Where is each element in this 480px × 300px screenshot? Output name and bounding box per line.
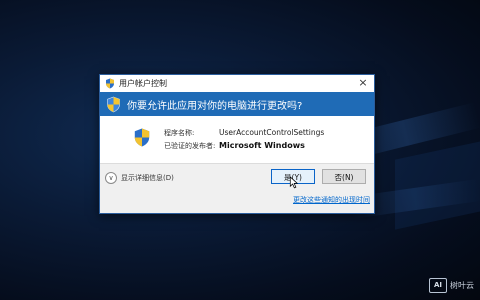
watermark-text: 树叶云 xyxy=(450,281,474,290)
show-details-toggle[interactable]: ∨ 显示详细信息(D) xyxy=(105,172,174,184)
desktop-background: 用户帐户控制 × 你要允许此应用对你的电脑进行更改吗? 程序名称: UserAcc… xyxy=(0,0,480,300)
publisher-value: Microsoft Windows xyxy=(219,141,305,150)
show-details-label: 显示详细信息(D) xyxy=(121,174,174,182)
program-info-panel: 程序名称: UserAccountControlSettings 已验证的发布者:… xyxy=(100,116,374,163)
dialog-footer: ∨ 显示详细信息(D) 是(Y) 否(N) 更改这些通知的出现时间 xyxy=(100,163,374,213)
no-button[interactable]: 否(N) xyxy=(322,169,366,184)
publisher-label: 已验证的发布者: xyxy=(164,142,216,150)
close-button[interactable]: × xyxy=(356,76,370,90)
title-bar: 用户帐户控制 × xyxy=(100,75,374,92)
watermark-badge: AI xyxy=(429,278,447,293)
question-banner: 你要允许此应用对你的电脑进行更改吗? xyxy=(100,92,374,116)
program-name-label: 程序名称: xyxy=(164,129,195,137)
uac-shield-icon xyxy=(106,78,114,89)
uac-shield-icon xyxy=(134,128,150,147)
desktop-light-glow xyxy=(395,140,480,230)
close-icon: × xyxy=(358,76,368,89)
mouse-cursor-icon xyxy=(289,176,299,189)
publisher-row: 已验证的发布者: Microsoft Windows xyxy=(164,141,305,151)
uac-dialog: 用户帐户控制 × 你要允许此应用对你的电脑进行更改吗? 程序名称: UserAcc… xyxy=(99,74,375,214)
chevron-down-icon: ∨ xyxy=(105,172,117,184)
watermark: AI 树叶云 xyxy=(429,278,474,293)
change-notification-link[interactable]: 更改这些通知的出现时间 xyxy=(293,195,370,205)
program-name-row: 程序名称: UserAccountControlSettings xyxy=(164,128,324,138)
program-name-value: UserAccountControlSettings xyxy=(219,128,325,137)
uac-shield-icon xyxy=(107,96,120,112)
dialog-title: 用户帐户控制 xyxy=(119,79,167,88)
banner-question-text: 你要允许此应用对你的电脑进行更改吗? xyxy=(127,100,303,112)
